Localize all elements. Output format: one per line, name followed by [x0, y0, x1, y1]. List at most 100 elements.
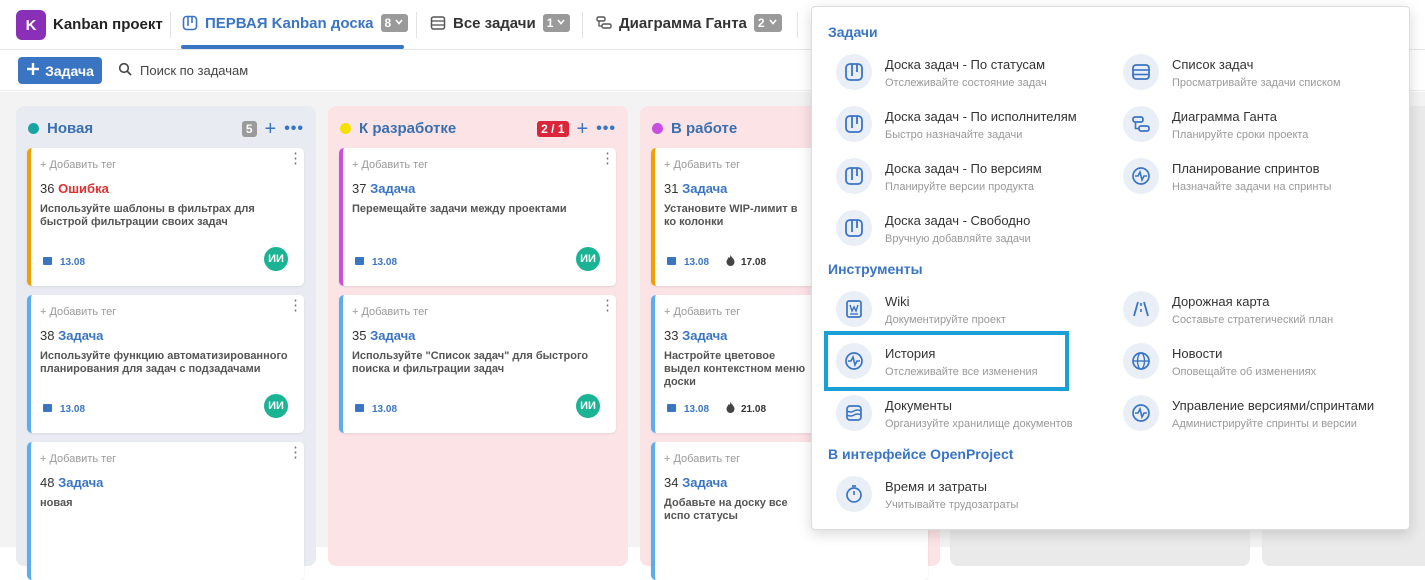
menu-item-wiki[interactable]: Wiki Документируйте проект — [836, 291, 1106, 327]
tab-count-badge[interactable]: 2 — [753, 14, 782, 32]
menu-section-tools: Инструменты — [828, 261, 923, 277]
menu-item-task-list[interactable]: Список задач Просматривайте задачи списко… — [1123, 54, 1393, 90]
tab-gantt[interactable]: Диаграмма Ганта 2 — [596, 14, 782, 32]
task-card[interactable]: + Добавить тег ⋮ 48 Задача новая — [27, 442, 304, 580]
menu-item-subtitle: Планируйте сроки проекта — [1172, 129, 1309, 141]
menu-item-news[interactable]: Новости Оповещайте об изменениях — [1123, 343, 1393, 379]
tab-count-badge[interactable]: 1 — [542, 14, 571, 32]
add-task-button[interactable]: Задача — [18, 57, 102, 84]
add-card-button[interactable]: + — [265, 119, 277, 139]
column-title: К разработке — [359, 120, 457, 137]
divider — [797, 12, 798, 38]
menu-item-sprint-planning[interactable]: Планирование спринтов Назначайте задачи н… — [1123, 158, 1393, 194]
kebab-menu-icon[interactable]: ⋮ — [288, 151, 303, 166]
kebab-menu-icon[interactable]: ⋮ — [600, 298, 615, 313]
avatar[interactable]: ИИ — [576, 394, 600, 418]
tab-kanban-board[interactable]: ПЕРВАЯ Kanban доска 8 — [182, 14, 409, 32]
add-tag-link[interactable]: + Добавить тег — [40, 453, 116, 465]
menu-item-board-free[interactable]: Доска задач - Свободно Вручную добавляйте… — [836, 210, 1106, 246]
task-type: Задача — [682, 328, 728, 343]
estimate-text: 17.08 — [741, 256, 767, 268]
due-date: 13.08 — [354, 255, 397, 269]
search-input[interactable]: Поиск по задачам — [118, 62, 248, 79]
calendar-icon — [354, 255, 365, 269]
avatar[interactable]: ИИ — [264, 394, 288, 418]
menu-item-title: Список задач — [1172, 57, 1254, 72]
menu-item-roadmap[interactable]: Дорожная карта Составьте стратегический п… — [1123, 291, 1393, 327]
divider — [582, 12, 583, 38]
task-card[interactable]: + Добавить тег ⋮ 37 Задача Перемещайте з… — [339, 148, 616, 286]
menu-item-documents[interactable]: Документы Организуйте хранилище документо… — [836, 395, 1106, 431]
divider — [170, 12, 171, 38]
menu-item-board-status[interactable]: Доска задач - По статусам Отслеживайте со… — [836, 54, 1106, 90]
add-tag-link[interactable]: + Добавить тег — [352, 159, 428, 171]
due-date: 13.08 — [42, 255, 85, 269]
due-date-text: 13.08 — [60, 256, 86, 268]
task-type: Ошибка — [58, 181, 109, 196]
menu-item-subtitle: Составьте стратегический план — [1172, 314, 1334, 326]
tab-count-badge[interactable]: 8 — [380, 14, 409, 32]
task-id[interactable]: 48 Задача — [40, 475, 103, 490]
flame-icon — [726, 402, 735, 416]
add-tag-link[interactable]: + Добавить тег — [664, 159, 740, 171]
tab-label: Все задачи — [453, 14, 536, 32]
active-tab-underline — [181, 45, 404, 49]
status-dot — [28, 123, 39, 134]
add-tag-link[interactable]: + Добавить тег — [664, 306, 740, 318]
more-icon[interactable]: ••• — [596, 120, 616, 136]
task-id[interactable]: 36 Ошибка — [40, 181, 109, 196]
task-card[interactable]: + Добавить тег ⋮ 36 Ошибка Используйте ш… — [27, 148, 304, 286]
road-icon — [1123, 291, 1159, 327]
menu-item-subtitle: Оповещайте об изменениях — [1172, 366, 1317, 378]
task-id[interactable]: 33 Задача — [664, 328, 727, 343]
menu-item-subtitle: Организуйте хранилище документов — [885, 418, 1073, 430]
menu-item-title: Доска задач - Свободно — [885, 213, 1031, 228]
project-logo[interactable]: K — [16, 10, 46, 40]
task-id[interactable]: 37 Задача — [352, 181, 415, 196]
add-card-button[interactable]: + — [577, 119, 589, 139]
task-number: 48 — [40, 475, 55, 490]
kebab-menu-icon[interactable]: ⋮ — [600, 151, 615, 166]
menu-item-version-management[interactable]: Управление версиями/спринтами Администрир… — [1123, 395, 1393, 431]
menu-item-gantt[interactable]: Диаграмма Ганта Планируйте сроки проекта — [1123, 106, 1393, 142]
task-description: Перемещайте задачи между проектами — [352, 203, 567, 215]
menu-item-title: Доска задач - По версиям — [885, 161, 1042, 176]
task-id[interactable]: 31 Задача — [664, 181, 727, 196]
board-icon — [836, 158, 872, 194]
menu-item-title: Планирование спринтов — [1172, 161, 1320, 176]
task-id[interactable]: 34 Задача — [664, 475, 727, 490]
add-tag-link[interactable]: + Добавить тег — [664, 453, 740, 465]
docs-icon — [836, 395, 872, 431]
tab-all-tasks[interactable]: Все задачи 1 — [430, 14, 571, 32]
task-type: Задача — [370, 181, 416, 196]
due-date: 13.08 — [42, 402, 85, 416]
kebab-menu-icon[interactable]: ⋮ — [288, 298, 303, 313]
more-icon[interactable]: ••• — [284, 120, 304, 136]
task-type: Задача — [370, 328, 416, 343]
task-id[interactable]: 35 Задача — [352, 328, 415, 343]
chevron-down-icon — [556, 16, 566, 30]
menu-item-subtitle: Назначайте задачи на спринты — [1172, 181, 1332, 193]
pulse-icon — [1123, 158, 1159, 194]
kebab-menu-icon[interactable]: ⋮ — [288, 445, 303, 460]
menu-item-title: Диаграмма Ганта — [1172, 109, 1277, 124]
menu-item-board-assignee[interactable]: Доска задач - По исполнителям Быстро назн… — [836, 106, 1106, 142]
task-card[interactable]: + Добавить тег ⋮ 38 Задача Используйте ф… — [27, 295, 304, 433]
avatar[interactable]: ИИ — [576, 247, 600, 271]
add-tag-link[interactable]: + Добавить тег — [40, 306, 116, 318]
calendar-icon — [42, 402, 53, 416]
avatar[interactable]: ИИ — [264, 247, 288, 271]
task-card[interactable]: + Добавить тег ⋮ 35 Задача Используйте "… — [339, 295, 616, 433]
chevron-down-icon — [768, 16, 778, 30]
add-tag-link[interactable]: + Добавить тег — [352, 306, 428, 318]
menu-item-board-versions[interactable]: Доска задач - По версиям Планируйте верси… — [836, 158, 1106, 194]
add-tag-link[interactable]: + Добавить тег — [40, 159, 116, 171]
menu-item-time-costs[interactable]: Время и затраты Учитывайте трудозатраты — [836, 476, 1106, 512]
project-name[interactable]: Kanban проект — [53, 16, 163, 33]
due-date: 13.08 — [354, 402, 397, 416]
menu-item-title: Время и затраты — [885, 479, 987, 494]
task-id[interactable]: 38 Задача — [40, 328, 103, 343]
tab-count: 1 — [546, 16, 554, 30]
menu-item-subtitle: Планируйте версии продукта — [885, 181, 1035, 193]
estimate: 17.08 — [726, 255, 766, 269]
